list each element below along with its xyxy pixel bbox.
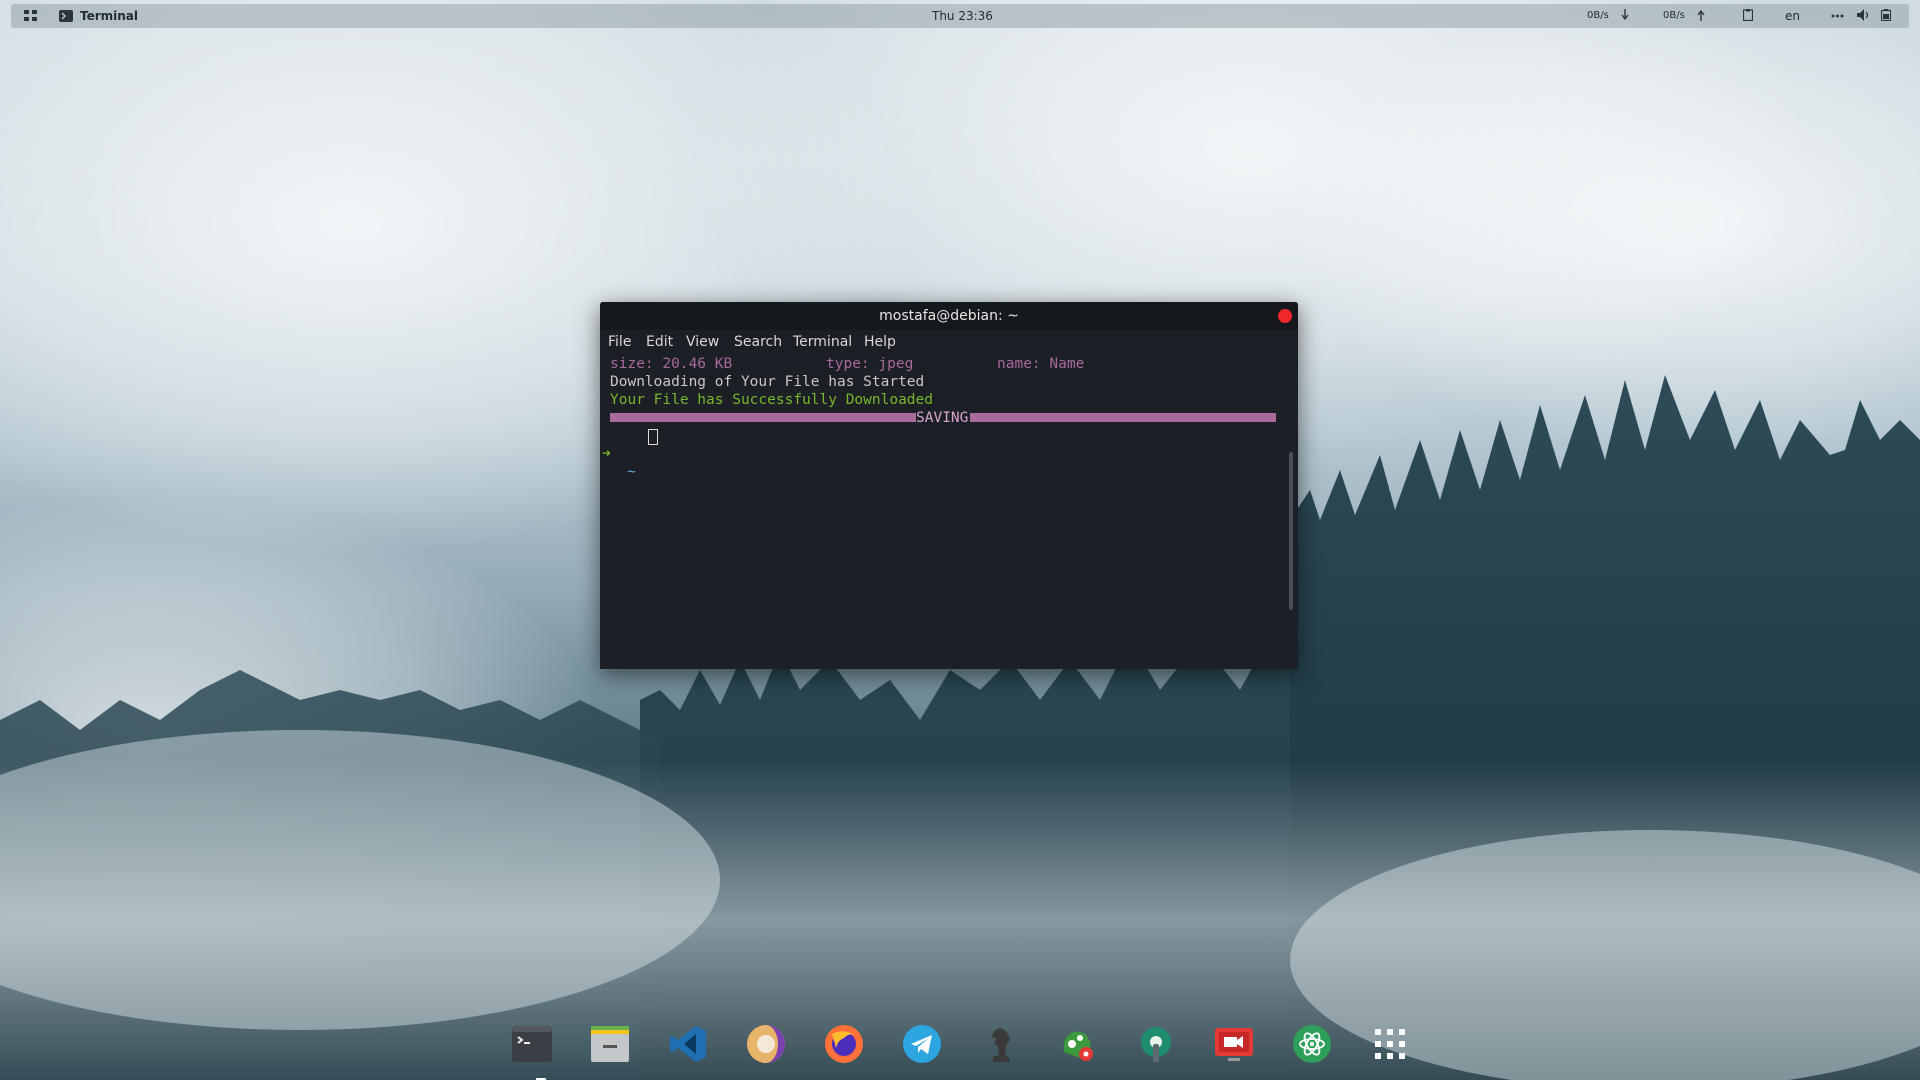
net-up-speed: 0B/s xyxy=(1663,10,1685,21)
menu-search[interactable]: Search xyxy=(734,334,782,350)
file-type-line: type: jpeg xyxy=(826,356,914,372)
text-cursor xyxy=(648,429,658,445)
menu-view[interactable]: View xyxy=(686,334,719,350)
tweaks-icon[interactable] xyxy=(1134,1022,1178,1066)
menu-edit[interactable]: Edit xyxy=(646,334,673,350)
dock xyxy=(500,1012,1420,1081)
file-size-line: size: 20.46 KB xyxy=(610,356,733,372)
download-started-line: Downloading of Your File has Started xyxy=(610,374,925,390)
terminal-titlebar[interactable]: mostafa@debian: ~ xyxy=(600,302,1298,330)
menu-file[interactable]: File xyxy=(608,334,631,350)
prompt-line: ➜ ~ xyxy=(602,427,658,480)
atom-icon[interactable] xyxy=(1290,1022,1334,1066)
eclipse-icon[interactable] xyxy=(744,1022,788,1066)
download-done-line: Your File has Successfully Downloaded xyxy=(610,392,934,408)
file-name-line: name: Name xyxy=(997,356,1085,372)
saving-label: SAVING xyxy=(916,410,969,426)
progress-fill-left xyxy=(610,413,916,422)
gnome-settings-icon[interactable] xyxy=(1056,1022,1100,1066)
net-down-speed: 0B/s xyxy=(1587,10,1609,21)
language-indicator[interactable]: en xyxy=(1785,4,1800,28)
top-panel: Terminal Thu 23:36 0B/s 0B/s en xyxy=(11,4,1909,28)
chess-icon[interactable] xyxy=(978,1022,1022,1066)
vscode-icon[interactable] xyxy=(666,1022,710,1066)
progress-fill-right xyxy=(970,413,1276,422)
firefox-icon[interactable] xyxy=(822,1022,866,1066)
window-title: mostafa@debian: ~ xyxy=(879,308,1019,324)
clock[interactable]: Thu 23:36 xyxy=(932,4,993,28)
files-icon[interactable] xyxy=(588,1022,632,1066)
menu-help[interactable]: Help xyxy=(864,334,896,350)
show-apps-icon[interactable] xyxy=(1368,1022,1412,1066)
active-app-label[interactable]: Terminal xyxy=(80,4,138,28)
menu-terminal[interactable]: Terminal xyxy=(793,334,852,350)
close-button[interactable] xyxy=(1278,309,1292,323)
terminal-output[interactable]: size: 20.46 KB type: jpeg name: Name Dow… xyxy=(600,355,1298,669)
telegram-icon[interactable] xyxy=(900,1022,944,1066)
prompt-arrow: ➜ xyxy=(602,446,611,462)
terminal-scrollbar[interactable] xyxy=(1289,452,1293,610)
prompt-directory: ~ xyxy=(627,464,636,480)
terminal-icon[interactable] xyxy=(510,1022,554,1081)
terminal-menubar: File Edit View Search Terminal Help xyxy=(600,330,1298,355)
screen-recorder-icon[interactable] xyxy=(1212,1022,1256,1066)
terminal-window[interactable]: mostafa@debian: ~ File Edit View Search … xyxy=(600,302,1298,669)
saving-progress-bar: SAVING xyxy=(610,409,1276,427)
